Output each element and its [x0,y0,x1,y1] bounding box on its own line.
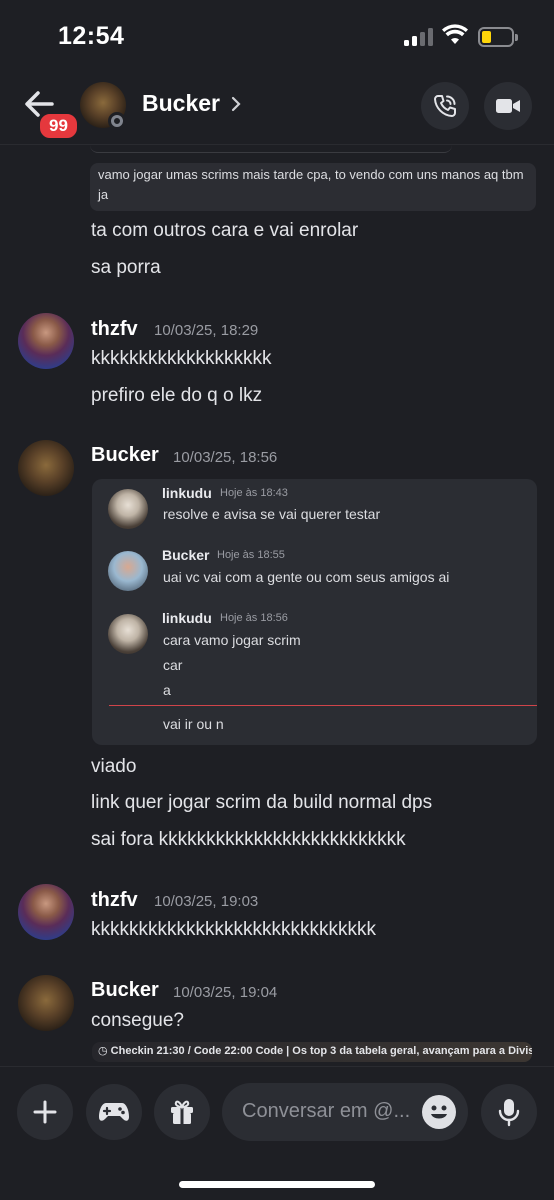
recipient-name[interactable]: Bucker [142,90,220,117]
new-messages-divider [109,705,537,706]
gamepad-icon [99,1103,129,1121]
offline-status-icon [108,112,126,130]
cellular-signal-icon [404,28,434,46]
embed-text: a [163,682,171,698]
unread-badge: 99 [38,112,79,140]
embed-text: car [163,657,183,673]
status-bar: 12:54 [0,0,554,70]
clock-icon: ◷ [98,1045,108,1057]
message-list[interactable]: vamo jogar umas scrims mais tarde cpa, t… [0,145,554,1065]
composer-bar: Conversar em @... [0,1066,554,1200]
embed-text: cara vamo jogar scrim [163,632,301,648]
message-text: sai fora kkkkkkkkkkkkkkkkkkkkkkkkkk [91,829,406,850]
embed-text: vai ir ou n [163,716,224,732]
message-timestamp: 10/03/25, 18:29 [154,322,259,339]
embed-timestamp: Hoje às 18:43 [220,487,288,499]
username[interactable]: thzfv [91,889,138,912]
home-indicator[interactable] [179,1181,375,1188]
gift-button[interactable] [154,1084,210,1140]
message-text: ta com outros cara e vai enrolar [91,220,359,241]
message-timestamp: 10/03/25, 19:03 [154,893,259,910]
forwarded-messages-card[interactable]: linkudu Hoje às 18:43 resolve e avisa se… [92,479,537,745]
activity-banner[interactable]: ◷ Checkin 21:30 / Code 22:00 Code | Os t… [92,1042,532,1062]
microphone-icon [498,1099,520,1127]
embed-username: Bucker [162,547,210,563]
embed-timestamp: Hoje às 18:55 [217,549,285,561]
plus-icon [33,1100,57,1124]
gift-icon [171,1100,193,1124]
message-text: consegue? [91,1010,184,1031]
message-text: sa porra [91,257,161,278]
message-timestamp: 10/03/25, 18:56 [173,449,278,466]
embed-text: uai vc vai com a gente ou com seus amigo… [163,569,450,585]
message-text: kkkkkkkkkkkkkkkkkkkkkkkkkkkkkk [91,919,376,940]
avatar[interactable] [18,440,74,496]
avatar [108,614,148,654]
message-timestamp: 10/03/25, 19:04 [173,984,278,1001]
embed-username: linkudu [162,610,212,626]
message-text: viado [91,756,137,777]
avatar[interactable] [18,884,74,940]
phone-icon [434,95,456,117]
avatar [108,551,148,591]
embed-username: linkudu [162,485,212,501]
voice-message-button[interactable] [481,1084,537,1140]
voice-call-button[interactable] [421,82,469,130]
video-icon [496,99,520,113]
dm-header: 99 Bucker [0,70,554,145]
video-call-button[interactable] [484,82,532,130]
activities-button[interactable] [86,1084,142,1140]
chevron-right-icon[interactable] [230,95,242,113]
embed-text: resolve e avisa se vai querer testar [163,506,381,522]
avatar[interactable] [18,313,74,369]
avatar[interactable] [18,975,74,1031]
activity-text: Checkin 21:30 / Code 22:00 Code | Os top… [110,1045,532,1057]
clock-time: 12:54 [58,22,125,50]
wifi-icon [442,24,468,44]
message-text: prefiro ele do q o lkz [91,385,263,406]
battery-icon [478,27,518,47]
username[interactable]: Bucker [91,979,159,1002]
emoji-icon[interactable] [422,1095,456,1129]
message-text: kkkkkkkkkkkkkkkkkkk [91,348,272,369]
emoji-face [431,1105,447,1119]
username[interactable]: thzfv [91,318,138,341]
message-text: link quer jogar scrim da build normal dp… [91,792,433,813]
embed-timestamp: Hoje às 18:56 [220,612,288,624]
avatar [108,489,148,529]
reply-preview[interactable]: vamo jogar umas scrims mais tarde cpa, t… [90,163,536,211]
username[interactable]: Bucker [91,444,159,467]
add-attachment-button[interactable] [17,1084,73,1140]
